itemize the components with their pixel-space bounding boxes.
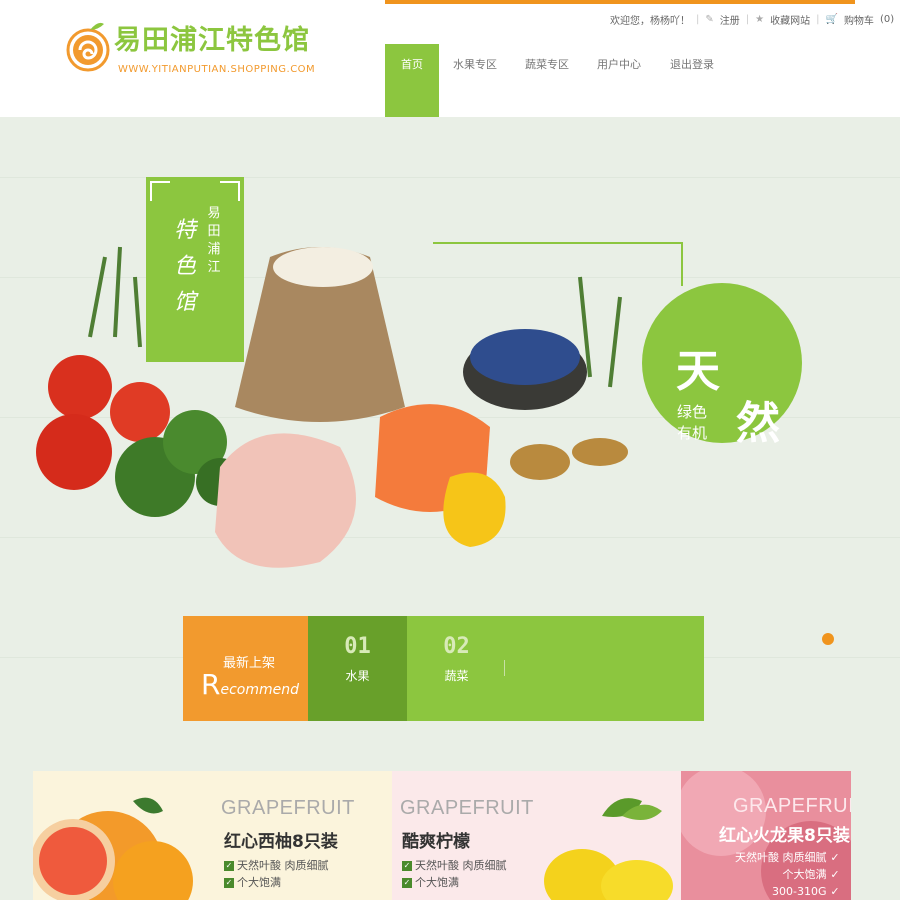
feature-text: 个大饱满 — [237, 876, 281, 889]
feature-line: 个大饱满 ✓ — [735, 866, 843, 883]
top-bar: 欢迎您，杨杨吖！ | ✎ 注册 | ★ 收藏网站 | 🛒 购物车 (0) — [610, 10, 894, 28]
badge-subtext-line: 绿色 — [677, 403, 708, 421]
carousel-dot[interactable] — [822, 633, 834, 645]
product-en-name: GRAPEFRUIT — [400, 797, 534, 819]
recommend-rest: ecommend — [220, 682, 299, 698]
feature-line: ✓ 个大饱满 — [224, 874, 329, 891]
check-icon: ✓ — [830, 868, 840, 881]
feature-text: 个大饱满 — [415, 876, 459, 889]
circle-connector-line — [433, 242, 683, 244]
grains — [510, 438, 628, 480]
divider: | — [816, 13, 820, 25]
feature-line: ✓ 天然叶酸 肉质细腻 — [402, 857, 507, 874]
blueberries — [470, 329, 580, 385]
tab-divider — [504, 660, 505, 676]
tab-label: 水果 — [345, 669, 370, 683]
check-icon: ✓ — [224, 878, 234, 888]
favorite-link[interactable]: 收藏网站 — [770, 12, 810, 27]
site-logo[interactable]: 易田浦江特色馆 WWW.YITIANPUTIAN.SHOPPING.COM — [66, 12, 316, 82]
product-cards: GRAPEFRUIT 红心西柚8只装 ✓ 天然叶酸 肉质细腻 ✓ 个大饱满 GRAP… — [33, 771, 851, 900]
product-title: 红心西柚8只装 — [224, 832, 338, 852]
register-link[interactable]: 注册 — [720, 12, 740, 27]
rice-grain — [273, 247, 373, 287]
tab-vegetable[interactable]: 02 蔬菜 — [407, 616, 506, 721]
logo-orange-icon — [66, 22, 110, 72]
tab-number: 02 — [443, 634, 470, 659]
feature-text: 天然叶酸 肉质细腻 — [415, 859, 507, 872]
recommend-label: 最新上架 Recommend — [183, 616, 308, 721]
badge-char-2: 然 — [736, 398, 780, 449]
recommend-initial: R — [201, 668, 221, 701]
fish-fillet — [215, 433, 356, 568]
logo-url: WWW.YITIANPUTIAN.SHOPPING.COM — [118, 64, 316, 75]
feature-line: ✓ 个大饱满 — [402, 874, 507, 891]
divider: | — [745, 13, 750, 25]
top-accent-line — [385, 0, 855, 4]
product-features: ✓ 天然叶酸 肉质细腻 ✓ 个大饱满 — [224, 857, 329, 891]
produce-illustration — [36, 246, 628, 568]
product-title: 酷爽柠檬 — [402, 832, 470, 852]
cart-icon: 🛒 — [825, 13, 838, 25]
hero-banner: 易田浦江 特色馆 天 然 绿色 有机 最新上架 Recommend 01 水果 … — [0, 117, 900, 900]
circle-connector-line — [681, 242, 683, 286]
welcome-text: 欢迎您，杨杨吖！ — [610, 15, 690, 27]
recommend-bar: 最新上架 Recommend 01 水果 02 蔬菜 — [183, 616, 704, 721]
check-icon: ✓ — [830, 851, 840, 864]
cart-link[interactable]: 购物车 — [844, 12, 874, 27]
nav-fruit[interactable]: 水果专区 — [439, 44, 511, 117]
product-features: 天然叶酸 肉质细腻 ✓ 个大饱满 ✓ 300-310G ✓ — [735, 849, 843, 900]
feature-line: 300-310G ✓ — [735, 883, 843, 900]
product-en-name: GRAPEFRUIT — [221, 797, 355, 819]
logo-title: 易田浦江特色馆 — [114, 25, 310, 56]
feature-text: 天然叶酸 肉质细腻 — [237, 859, 329, 872]
nav-home[interactable]: 首页 — [385, 44, 439, 117]
cart-count: (0) — [879, 13, 895, 25]
product-title: 红心火龙果8只装 — [719, 826, 850, 846]
tab-fruit[interactable]: 01 水果 — [308, 616, 407, 721]
badge-subtext-line: 有机 — [677, 424, 708, 442]
seal-corner — [220, 181, 240, 201]
badge-subtext: 绿色 有机 — [677, 402, 717, 444]
grapefruit-image — [33, 797, 193, 900]
feature-text: 个大饱满 — [782, 868, 827, 881]
nav-vegetable[interactable]: 蔬菜专区 — [511, 44, 583, 117]
badge-char-1: 天 — [676, 346, 720, 397]
product-card[interactable]: GRAPEFRUIT 酷爽柠檬 ✓ 天然叶酸 肉质细腻 ✓ 个大饱满 — [392, 771, 681, 900]
recommend-subtitle: Recommend — [201, 668, 299, 701]
feature-text: 300-310G — [772, 885, 827, 898]
main-nav: 首页 水果专区 蔬菜专区 用户中心 退出登录 — [385, 44, 729, 117]
feature-text: 天然叶酸 肉质细腻 — [735, 851, 827, 864]
product-en-name: GRAPEFRUIT — [733, 795, 851, 817]
product-features: ✓ 天然叶酸 肉质细腻 ✓ 个大饱满 — [402, 857, 507, 891]
product-card[interactable]: GRAPEFRUIT 红心火龙果8只装 天然叶酸 肉质细腻 ✓ 个大饱满 ✓ 3… — [681, 771, 851, 900]
wood-plank-line — [0, 177, 900, 178]
site-header: 易田浦江特色馆 WWW.YITIANPUTIAN.SHOPPING.COM 欢迎… — [0, 0, 900, 117]
check-icon: ✓ — [830, 885, 840, 898]
seal-corner — [150, 181, 170, 201]
check-icon: ✓ — [224, 861, 234, 871]
feature-line: ✓ 天然叶酸 肉质细腻 — [224, 857, 329, 874]
yellow-pepper — [443, 472, 506, 547]
check-icon: ✓ — [402, 878, 412, 888]
check-icon: ✓ — [402, 861, 412, 871]
product-card[interactable]: GRAPEFRUIT 红心西柚8只装 ✓ 天然叶酸 肉质细腻 ✓ 个大饱满 — [33, 771, 392, 900]
feature-line: 天然叶酸 肉质细腻 ✓ — [735, 849, 843, 866]
nav-logout[interactable]: 退出登录 — [655, 44, 729, 117]
divider: | — [696, 13, 700, 25]
nav-user-center[interactable]: 用户中心 — [583, 44, 655, 117]
tab-number: 01 — [344, 634, 371, 659]
register-icon: ✎ — [705, 13, 714, 25]
star-icon: ★ — [755, 13, 765, 25]
tab-label: 蔬菜 — [444, 669, 469, 683]
lemon-image — [544, 798, 673, 900]
